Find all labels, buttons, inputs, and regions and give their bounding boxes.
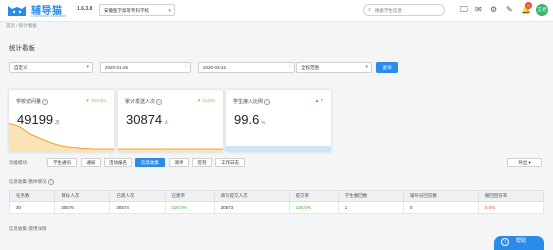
- school-select[interactable]: 安徽医学高等专科学校 ▾: [99, 4, 175, 16]
- stat-card-title: 累计发送人次?: [125, 98, 163, 105]
- stat-card-footer: [226, 146, 331, 152]
- table-cell: 100.0%: [164, 201, 215, 214]
- table-cell: 100.0%: [288, 201, 339, 214]
- chevron-down-icon: ▾: [86, 64, 89, 70]
- table-header-cell: 任务数: [8, 190, 56, 202]
- stat-card-compare: ▼ 104494: [85, 98, 106, 103]
- table-row: 30 30576 30574 100.0% 30573 100.0% 1 0 0…: [8, 201, 545, 214]
- table-cell: 1: [337, 201, 404, 214]
- table-header-cell: 撤回回答率: [477, 190, 545, 202]
- stat-card-value: 99.6%: [234, 112, 266, 127]
- stat-card-title: 学校访问量?: [16, 98, 49, 105]
- monitor-icon[interactable]: 🖵: [460, 5, 468, 15]
- table-header-cell: 填写提交人次: [213, 190, 290, 202]
- module-tab-notice[interactable]: 通知: [81, 158, 101, 167]
- stat-card-title: 学生接入比例?: [233, 98, 271, 105]
- school-select-value: 安徽医学高等专科学校: [104, 8, 149, 13]
- stat-card-compare: ▼ 51295: [196, 98, 215, 103]
- settings-icon[interactable]: ⚙: [490, 5, 497, 15]
- table-cell: 0.0%: [477, 201, 545, 214]
- avatar[interactable]: 王老: [536, 4, 548, 16]
- stat-card-visits: 学校访问量? ▼ 104494 49199 次: [9, 90, 114, 152]
- date-end-input[interactable]: 2020-03-22 ▫: [198, 62, 295, 73]
- module-tab-activity[interactable]: 活动报名: [104, 158, 132, 167]
- query-button[interactable]: 查询: [376, 62, 398, 73]
- table-header-cell: 目标人次: [54, 190, 111, 202]
- scope-select[interactable]: 全校范围 ▾: [296, 62, 372, 73]
- app-logo-subtitle: Counselor Assistant: [31, 13, 67, 18]
- module-tab-student-comm[interactable]: 学生通讯: [47, 158, 77, 167]
- breadcrumb-home[interactable]: 首页: [6, 23, 15, 28]
- search-icon: ⌕: [368, 7, 372, 13]
- date-start-value: 2020-01-26: [105, 65, 129, 70]
- table-cell: 30574: [109, 201, 166, 214]
- table-cell: 30573: [213, 201, 290, 214]
- app-version: 1.6.3.8: [77, 6, 93, 12]
- search-input[interactable]: [375, 6, 441, 14]
- top-bar: 辅导猫 Counselor Assistant 1.6.3.8 安徽医学高等专科…: [0, 0, 553, 22]
- breadcrumb-separator: /: [16, 23, 18, 28]
- breadcrumb: 首页 / 统计看板: [6, 23, 37, 29]
- cat-logo-icon: [8, 6, 26, 16]
- module-tab-info-collect[interactable]: 信息收集: [135, 158, 165, 167]
- sparkline-chart: [118, 148, 223, 152]
- table-header-cell: 学生撤回数: [337, 190, 404, 202]
- sparkline-area: [9, 123, 114, 152]
- table-header-cell: 辅导员回答数: [402, 190, 479, 202]
- stat-card-compare: ▲ 7: [314, 98, 323, 103]
- export-button[interactable]: 导出 ▾: [507, 158, 542, 167]
- table-cell: 30576: [54, 201, 111, 214]
- overall-table: 任务数 目标人次 已建人次 已建率 填写提交人次 提交率 学生撤回数 辅导员回答…: [8, 190, 545, 214]
- chevron-down-icon: ▾: [168, 8, 171, 14]
- breadcrumb-current: 统计看板: [18, 23, 37, 28]
- chevron-down-icon: ▾: [365, 64, 368, 70]
- section-title-overall: 信息收集-整体情况 ?: [9, 179, 54, 185]
- table-header-cell: 提交率: [288, 190, 339, 202]
- info-icon[interactable]: ?: [47, 179, 54, 185]
- date-end-value: 2020-03-22: [203, 65, 227, 70]
- module-tab-checkin[interactable]: 签到: [192, 158, 212, 167]
- table-header-cell: 已建人次: [109, 190, 166, 202]
- search-box[interactable]: ⌕: [363, 4, 445, 16]
- range-select[interactable]: 自定义 ▾: [9, 62, 93, 73]
- table-cell: 30: [8, 201, 56, 214]
- modules-label: 功能模块:: [9, 160, 29, 165]
- info-icon[interactable]: ?: [42, 98, 49, 105]
- date-start-input[interactable]: 2020-01-26 ▫: [100, 62, 191, 73]
- message-icon[interactable]: ✉: [475, 5, 482, 15]
- question-icon: ?: [501, 238, 509, 246]
- page-title: 统计看板: [9, 45, 35, 52]
- info-icon[interactable]: ?: [264, 98, 271, 105]
- notification-badge: 0: [525, 2, 532, 9]
- scope-select-value: 全校范围: [301, 65, 319, 70]
- help-label: 帮助: [516, 238, 527, 244]
- module-tab-work-log[interactable]: 工作日志: [215, 158, 245, 167]
- stat-card-access-ratio: 学生接入比例? ▲ 7 99.6%: [226, 90, 331, 152]
- module-tab-survey[interactable]: 测评: [169, 158, 189, 167]
- help-button[interactable]: ? 帮助: [494, 236, 544, 250]
- info-icon[interactable]: ?: [156, 98, 163, 105]
- table-cell: 0: [402, 201, 479, 214]
- table-header-row: 任务数 目标人次 已建人次 已建率 填写提交人次 提交率 学生撤回数 辅导员回答…: [8, 190, 545, 202]
- stat-card-sent: 累计发送人次? ▼ 51295 30874 人: [118, 90, 223, 152]
- calendar-icon: ▫: [289, 64, 291, 70]
- range-select-value: 自定义: [14, 65, 28, 70]
- sparkline-chart: [9, 123, 114, 152]
- table-header-cell: 已建率: [164, 190, 215, 202]
- edit-icon[interactable]: ✎: [506, 5, 513, 15]
- calendar-icon: ▫: [185, 64, 187, 70]
- section-title-usage: 信息收集-使用详情: [9, 226, 47, 231]
